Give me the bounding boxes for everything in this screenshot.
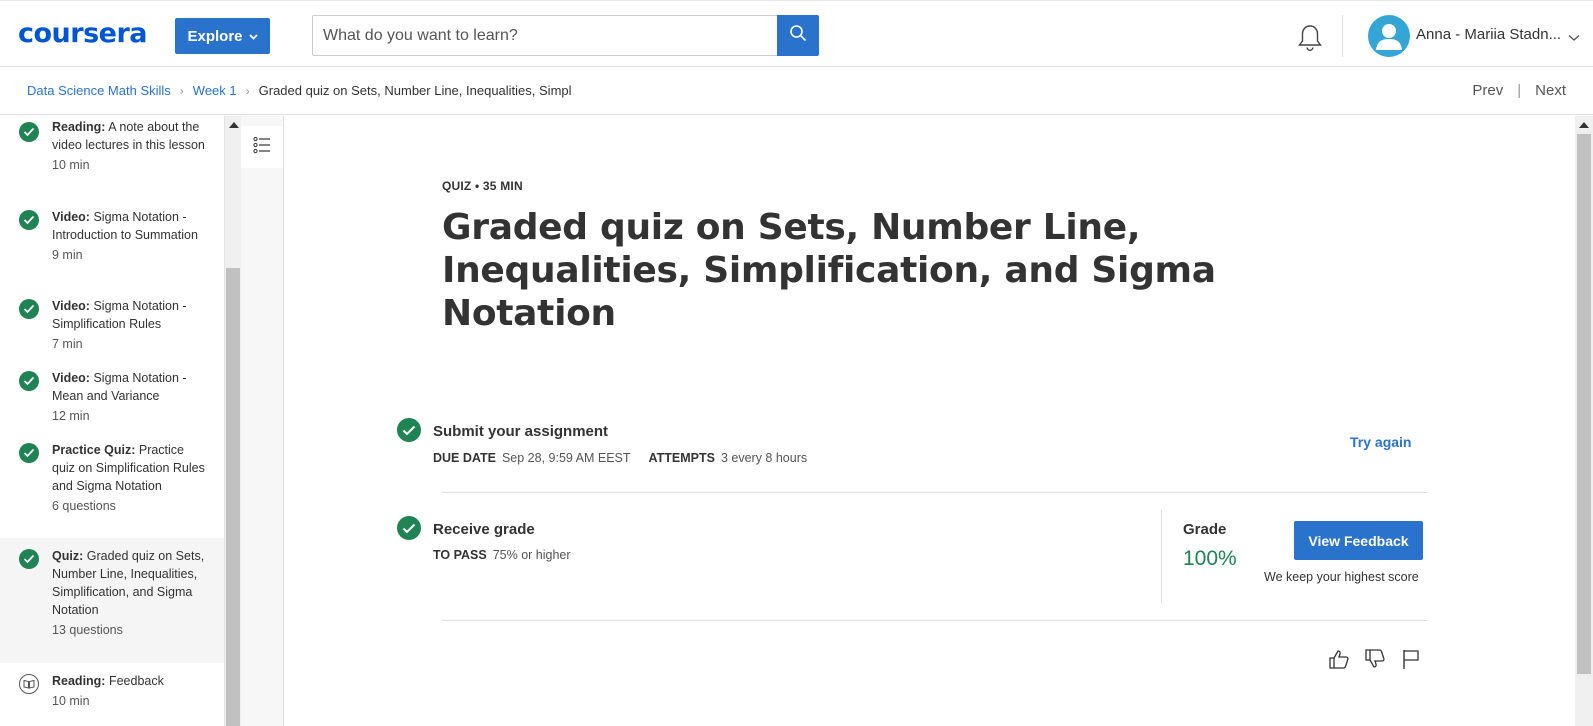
grade-label: Grade [1183, 521, 1227, 538]
sidebar-scrollbar[interactable] [224, 116, 241, 726]
sidebar-item[interactable]: Video: Sigma Notation - Mean and Varianc… [0, 369, 224, 425]
logo-text: coursera [18, 18, 148, 49]
header-divider [1342, 15, 1343, 57]
flag-icon[interactable] [1400, 648, 1422, 670]
breadcrumb-bar: Data Science Math Skills › Week 1 › Grad… [0, 67, 1593, 115]
sidebar-item-active[interactable]: Quiz: Graded quiz on Sets, Number Line, … [0, 538, 224, 663]
sidebar-item-title: Practice Quiz: Practice quiz on Simplifi… [52, 443, 205, 493]
sidebar-item-meta: 10 min [52, 694, 90, 708]
highest-score-note: We keep your highest score [1264, 570, 1419, 584]
sidebar-item-meta: 10 min [52, 158, 90, 172]
top-header: coursera Explore Anna - Mariia Stadn... [0, 0, 1593, 67]
course-sidebar: Reading: A note about the video lectures… [0, 116, 224, 726]
scroll-up-arrow-icon[interactable] [1579, 122, 1589, 128]
breadcrumb: Data Science Math Skills › Week 1 › Grad… [27, 83, 572, 98]
due-date-label: DUE DATE [433, 451, 496, 465]
page-title: Graded quiz on Sets, Number Line, Inequa… [442, 207, 1216, 334]
breadcrumb-current: Graded quiz on Sets, Number Line, Inequa… [258, 83, 572, 98]
view-feedback-button[interactable]: View Feedback [1294, 521, 1423, 560]
search-input[interactable] [313, 16, 779, 55]
explore-button[interactable]: Explore [175, 18, 270, 54]
user-name[interactable]: Anna - Mariia Stadn... [1416, 26, 1561, 43]
quiz-meta: QUIZ • 35 MIN [442, 179, 523, 193]
prev-next-nav: Prev | Next [1472, 82, 1566, 99]
sidebar-item[interactable]: Video: Sigma Notation - Simplification R… [0, 297, 224, 353]
breadcrumb-course[interactable]: Data Science Math Skills [27, 83, 171, 98]
sidebar-item-title: Quiz: Graded quiz on Sets, Number Line, … [52, 549, 205, 617]
sidebar-item-meta: 6 questions [52, 499, 116, 513]
search-box [312, 15, 819, 56]
completed-check-icon [19, 299, 39, 319]
main-scroll-thumb[interactable] [1577, 134, 1591, 674]
submit-assignment-meta: DUE DATE Sep 28, 9:59 AM EEST ATTEMPTS 3 ev… [433, 451, 807, 465]
section-divider [442, 620, 1427, 621]
try-again-link[interactable]: Try again [1350, 434, 1411, 450]
thumbs-down-icon[interactable] [1364, 648, 1386, 670]
coursera-logo[interactable]: coursera [18, 19, 150, 49]
user-avatar-icon[interactable] [1368, 15, 1410, 57]
explore-label: Explore [187, 27, 243, 45]
sidebar-item[interactable]: Reading: A note about the video lectures… [0, 118, 224, 174]
submit-assignment-title: Submit your assignment [433, 423, 609, 440]
sidebar-item[interactable]: Practice Quiz: Practice quiz on Simplifi… [0, 441, 224, 515]
chevron-down-icon [248, 32, 258, 43]
receive-check-icon [397, 516, 421, 540]
attempts-value: 3 every 8 hours [720, 451, 808, 465]
completed-check-icon [19, 371, 39, 391]
next-link[interactable]: Next [1535, 82, 1566, 99]
section-divider [442, 492, 1427, 493]
nav-separator: | [1517, 82, 1522, 99]
notifications-bell-icon[interactable] [1296, 23, 1324, 53]
grade-value: 100% [1183, 547, 1237, 570]
sidebar-item-title: Video: Sigma Notation - Mean and Varianc… [52, 371, 187, 403]
sidebar-item-meta: 7 min [52, 337, 83, 351]
search-button[interactable] [777, 15, 819, 56]
reading-book-icon [19, 674, 39, 694]
prev-link[interactable]: Prev [1472, 82, 1503, 99]
table-of-contents-button[interactable] [241, 126, 283, 168]
scroll-up-arrow-icon[interactable] [229, 122, 239, 128]
completed-check-icon [19, 443, 39, 463]
main-scrollbar[interactable] [1575, 116, 1593, 726]
search-icon [789, 24, 807, 47]
breadcrumb-week[interactable]: Week 1 [193, 83, 237, 98]
sidebar-scroll-thumb[interactable] [226, 268, 240, 726]
toc-rail [241, 116, 284, 726]
user-menu-chevron-icon[interactable] [1568, 29, 1580, 47]
to-pass-value: 75% or higher [492, 548, 571, 562]
due-date-value: Sep 28, 9:59 AM EEST [501, 451, 631, 465]
completed-check-icon [19, 122, 39, 142]
sidebar-item[interactable]: Reading: Feedback 10 min [0, 672, 224, 710]
sidebar-item-meta: 12 min [52, 409, 90, 423]
attempts-label: ATTEMPTS [648, 451, 715, 465]
to-pass-label: TO PASS [433, 548, 487, 562]
grade-divider [1161, 510, 1162, 603]
receive-grade-title: Receive grade [433, 521, 535, 538]
sidebar-item-title: Reading: Feedback [52, 674, 164, 688]
submit-check-icon [397, 418, 421, 442]
sidebar-item-meta: 9 min [52, 248, 83, 262]
sidebar-item-title: Reading: A note about the video lectures… [52, 120, 205, 152]
sidebar-item-title: Video: Sigma Notation - Simplification R… [52, 299, 187, 331]
chevron-right-icon: › [179, 83, 184, 98]
list-icon [253, 136, 271, 159]
feedback-icons [1328, 648, 1422, 670]
chevron-right-icon: › [245, 83, 250, 98]
receive-grade-meta: TO PASS 75% or higher [433, 548, 571, 562]
completed-check-icon [19, 210, 39, 230]
completed-check-icon [19, 549, 39, 569]
sidebar-item[interactable]: Video: Sigma Notation - Introduction to … [0, 208, 224, 264]
thumbs-up-icon[interactable] [1328, 648, 1350, 670]
sidebar-item-title: Video: Sigma Notation - Introduction to … [52, 210, 198, 242]
main-content: QUIZ • 35 MIN Graded quiz on Sets, Numbe… [285, 116, 1575, 726]
sidebar-item-meta: 13 questions [52, 623, 123, 637]
